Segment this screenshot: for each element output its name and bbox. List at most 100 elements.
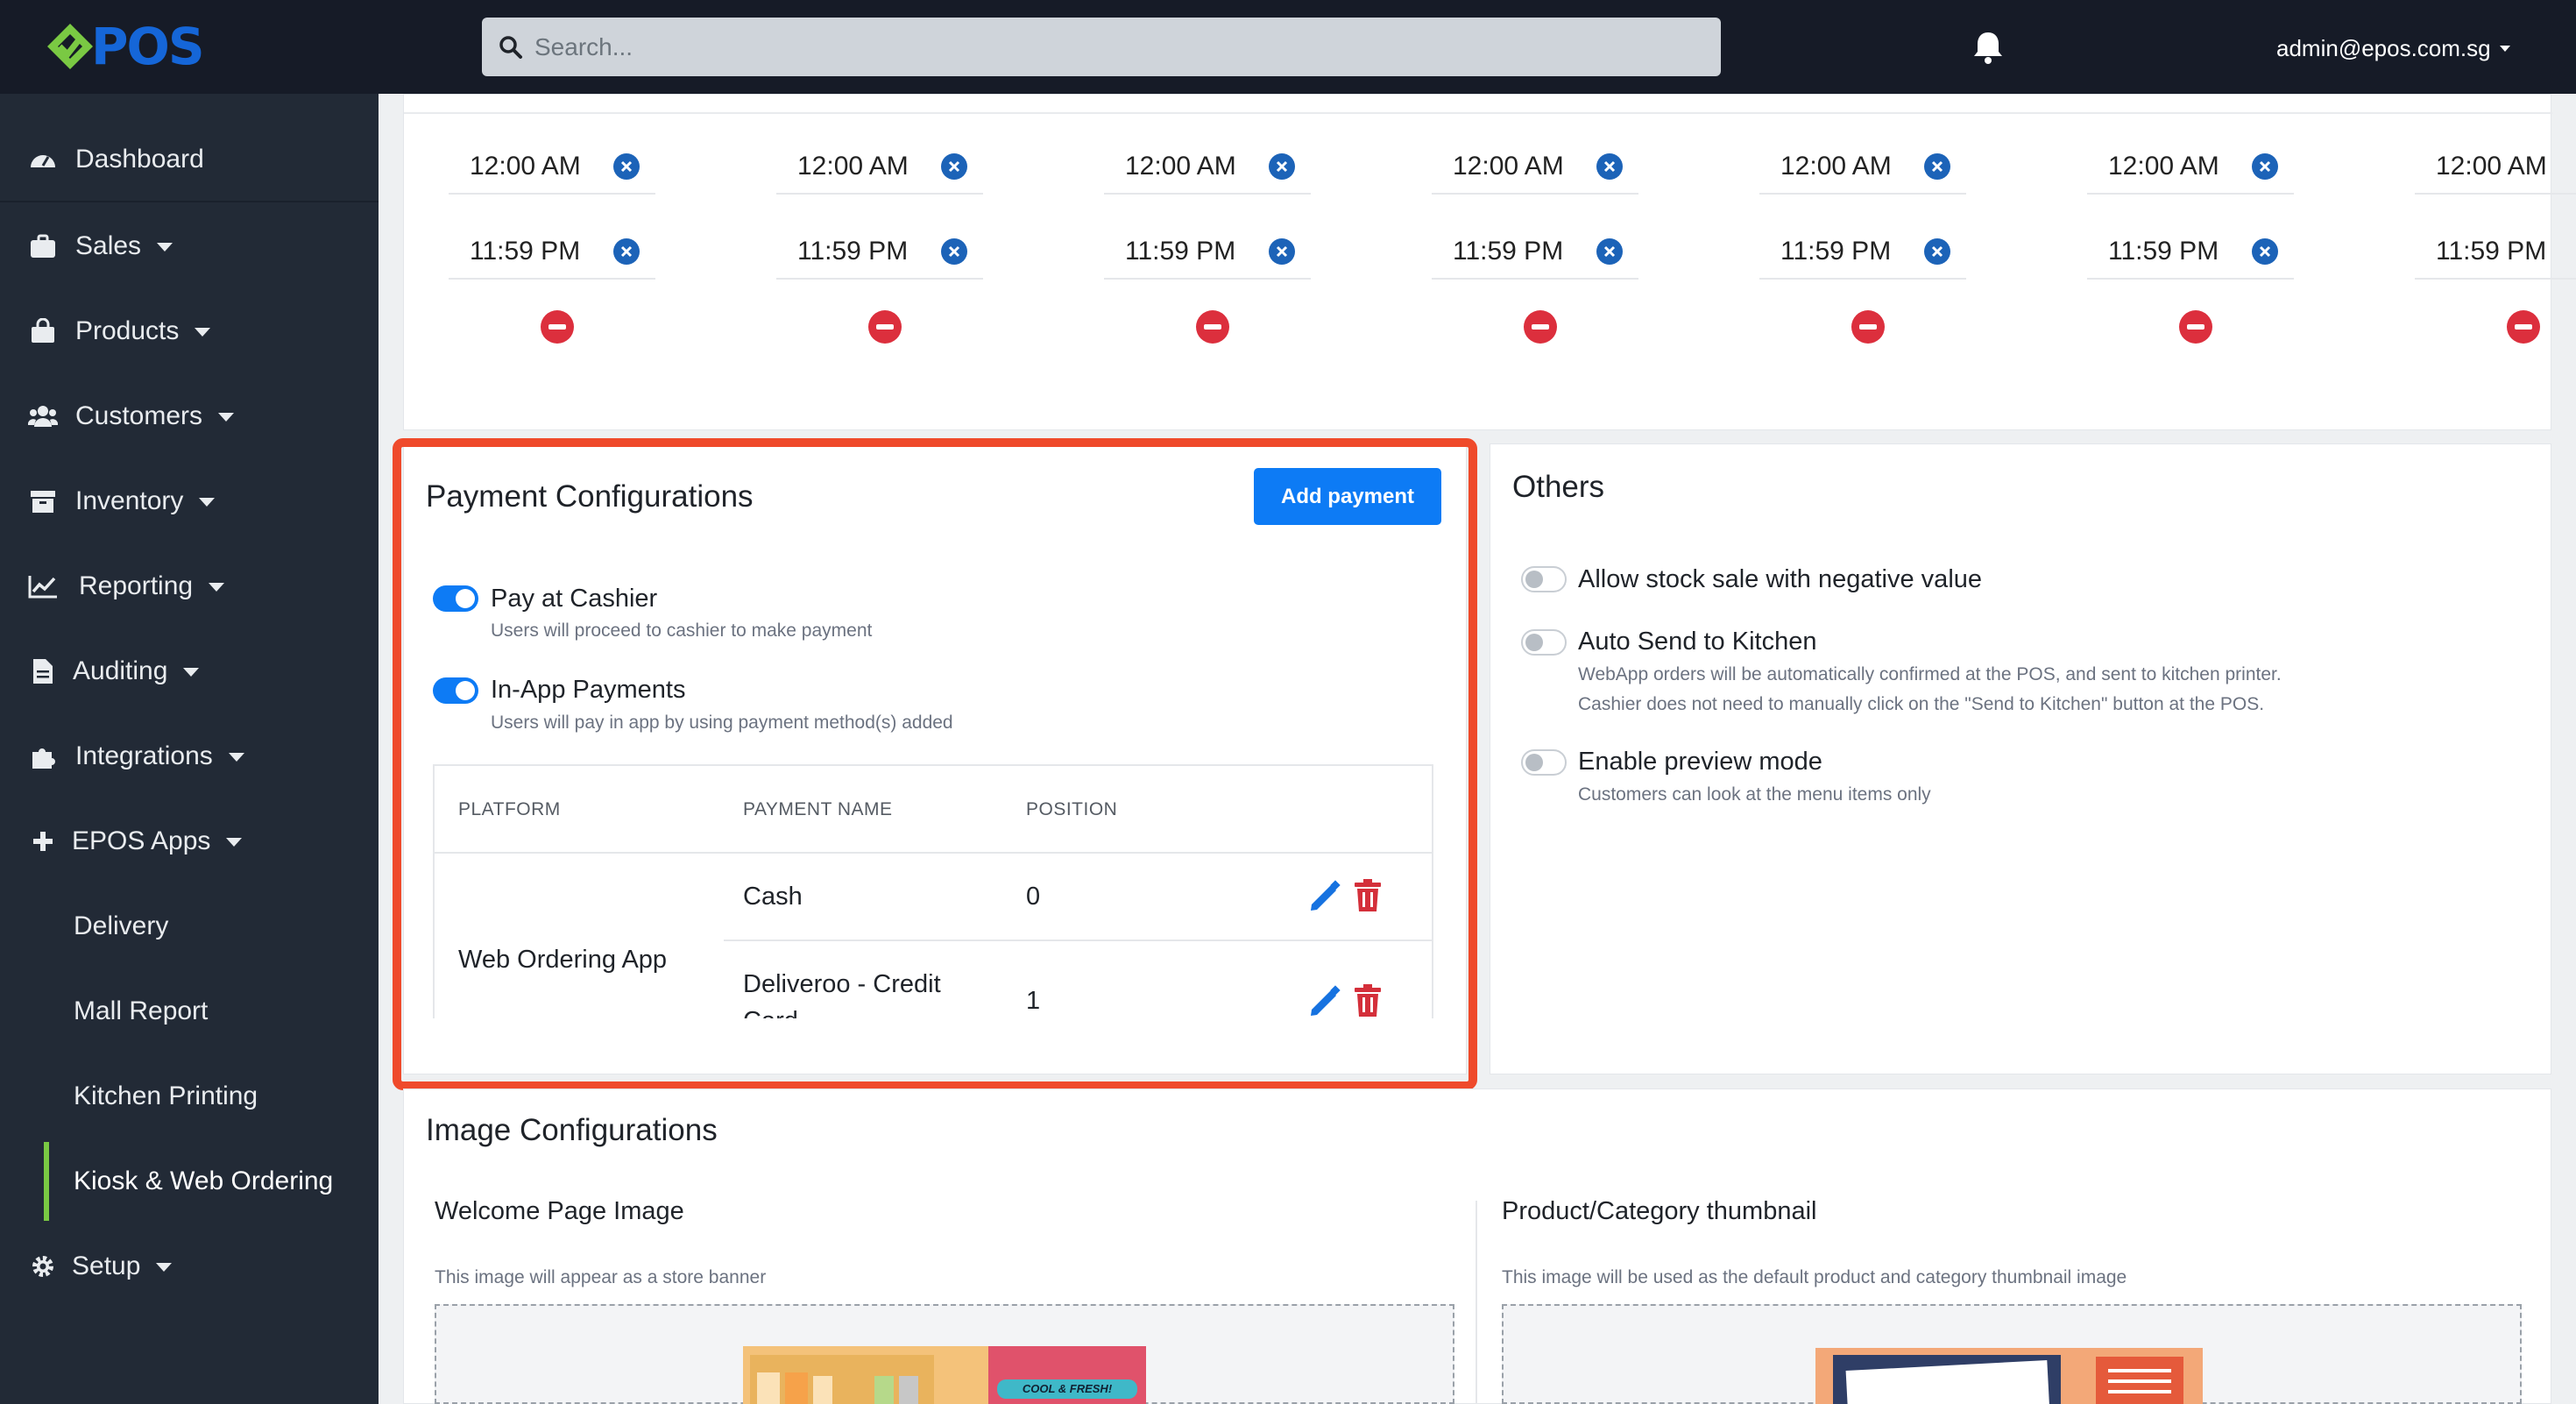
epos-logo[interactable]: POS — [46, 17, 205, 76]
clear-time-icon[interactable] — [1924, 153, 1950, 180]
remove-schedule-icon[interactable] — [541, 310, 574, 344]
clear-time-icon[interactable] — [2252, 153, 2278, 180]
clear-time-icon[interactable] — [613, 238, 640, 265]
start-time-field[interactable]: 12:00 AM — [1432, 140, 1638, 195]
banner-item — [874, 1376, 894, 1404]
caret-down-icon — [228, 752, 244, 762]
caret-down-icon — [226, 837, 243, 847]
sidebar-item-delivery[interactable]: Delivery — [0, 883, 379, 968]
sidebar-item-customers[interactable]: Customers — [0, 373, 379, 458]
end-time-field[interactable]: 11:59 PM — [776, 225, 983, 280]
caret-down-icon — [199, 497, 216, 507]
sidebar-item-mall-report[interactable]: Mall Report — [0, 968, 379, 1053]
epos-logo-mark — [47, 24, 93, 69]
remove-schedule-icon[interactable] — [1851, 310, 1885, 344]
sidebar-item-epos-apps[interactable]: EPOS Apps — [0, 798, 379, 883]
auto-send-kitchen-toggle[interactable] — [1521, 629, 1567, 656]
time-value: 11:59 PM — [2436, 237, 2547, 266]
preview-mode-toggle[interactable] — [1521, 749, 1567, 776]
clear-time-icon[interactable] — [941, 153, 967, 180]
sidebar-item-kiosk-web-ordering[interactable]: Kiosk & Web Ordering — [0, 1138, 379, 1223]
time-value: 12:00 AM — [2108, 152, 2219, 181]
auto-send-kitchen-help: WebApp orders will be automatically conf… — [1578, 664, 2282, 714]
caret-down-icon — [195, 327, 211, 337]
time-value: 11:59 PM — [1780, 237, 1892, 266]
auto-send-kitchen-label: Auto Send to Kitchen — [1578, 628, 1817, 656]
clear-time-icon[interactable] — [1269, 153, 1295, 180]
archive-icon — [28, 486, 58, 516]
sidebar-item-label: Products — [75, 316, 211, 346]
start-time-field[interactable]: 12:00 AM — [776, 140, 983, 195]
schedule-divider — [404, 112, 2552, 114]
sidebar-item-sales[interactable]: Sales — [0, 203, 379, 288]
sidebar-item-integrations[interactable]: Integrations — [0, 713, 379, 798]
clear-time-icon[interactable] — [1269, 238, 1295, 265]
bell-icon[interactable] — [1971, 30, 2005, 65]
time-value: 12:00 AM — [797, 152, 909, 181]
sidebar-item-label: Auditing — [73, 656, 200, 686]
time-value: 11:59 PM — [1125, 237, 1236, 266]
remove-schedule-icon[interactable] — [2179, 310, 2212, 344]
sidebar-item-auditing[interactable]: Auditing — [0, 628, 379, 713]
clear-time-icon[interactable] — [613, 153, 640, 180]
allow-negative-stock-toggle[interactable] — [1521, 566, 1567, 592]
thumbnail-label: Product/Category thumbnail — [1502, 1197, 1817, 1225]
start-time-field[interactable]: 12:00 AM — [2087, 140, 2294, 195]
start-time-field[interactable]: 12:00 AM — [2415, 140, 2576, 195]
end-time-field[interactable]: 11:59 PM — [1432, 225, 1638, 280]
remove-schedule-icon[interactable] — [868, 310, 902, 344]
clear-time-icon[interactable] — [1596, 238, 1623, 265]
search-icon — [499, 35, 522, 59]
remove-schedule-icon[interactable] — [1524, 310, 1557, 344]
file-icon — [28, 656, 58, 686]
remove-schedule-icon[interactable] — [2507, 310, 2540, 344]
sidebar-item-products[interactable]: Products — [0, 288, 379, 373]
sidebar-item-label: Customers — [75, 401, 235, 431]
thumbnail-help: This image will be used as the default p… — [1502, 1267, 2127, 1287]
start-time-field[interactable]: 12:00 AM — [449, 140, 655, 195]
sidebar-item-inventory[interactable]: Inventory — [0, 458, 379, 543]
search-bar[interactable] — [482, 18, 1721, 76]
end-time-field[interactable]: 11:59 PM — [1759, 225, 1966, 280]
end-time-field[interactable]: 11:59 PM — [2415, 225, 2576, 280]
sidebar-item-label: Sales — [75, 231, 173, 261]
clear-time-icon[interactable] — [1596, 153, 1623, 180]
clear-time-icon[interactable] — [2252, 238, 2278, 265]
caret-down-icon — [218, 412, 235, 422]
welcome-image-label: Welcome Page Image — [435, 1197, 684, 1225]
clear-time-icon[interactable] — [1924, 238, 1950, 265]
start-time-field[interactable]: 12:00 AM — [1104, 140, 1311, 195]
sidebar-item-setup[interactable]: Setup — [0, 1223, 379, 1308]
sidebar-item-reporting[interactable]: Reporting — [0, 543, 379, 628]
caret-down-icon — [2499, 46, 2510, 52]
banner-item — [813, 1376, 832, 1404]
clear-time-icon[interactable] — [941, 238, 967, 265]
puzzle-icon — [28, 741, 58, 771]
search-input[interactable] — [534, 32, 1674, 61]
sidebar-item-label: Reporting — [79, 571, 225, 601]
end-time-field[interactable]: 11:59 PM — [449, 225, 655, 280]
user-menu[interactable]: admin@epos.com.sg — [2276, 35, 2510, 62]
column-divider — [1476, 1201, 1477, 1404]
time-value: 12:00 AM — [1453, 152, 1564, 181]
end-time-field[interactable]: 11:59 PM — [2087, 225, 2294, 280]
sidebar-item-dashboard[interactable]: Dashboard — [0, 117, 379, 202]
sidebar-item-label: Dashboard — [75, 144, 204, 174]
sidebar-item-kitchen-printing[interactable]: Kitchen Printing — [0, 1053, 379, 1138]
thumbnail-dropzone[interactable] — [1502, 1304, 2522, 1404]
welcome-image-dropzone[interactable]: COOL & FRESH! — [435, 1304, 1454, 1404]
sidebar-item-label: Mall Report — [74, 996, 209, 1025]
briefcase-icon — [28, 231, 58, 261]
shopping-bag-icon — [28, 316, 58, 346]
allow-negative-stock-label: Allow stock sale with negative value — [1578, 565, 1983, 593]
time-value: 11:59 PM — [470, 237, 581, 266]
logo-text: POS — [91, 17, 205, 76]
time-value: 11:59 PM — [1453, 237, 1564, 266]
banner-item — [757, 1372, 780, 1404]
end-time-field[interactable]: 11:59 PM — [1104, 225, 1311, 280]
remove-schedule-icon[interactable] — [1196, 310, 1229, 344]
others-title: Others — [1512, 470, 1605, 504]
caret-down-icon — [156, 1262, 173, 1272]
start-time-field[interactable]: 12:00 AM — [1759, 140, 1966, 195]
time-value: 12:00 AM — [470, 152, 581, 181]
